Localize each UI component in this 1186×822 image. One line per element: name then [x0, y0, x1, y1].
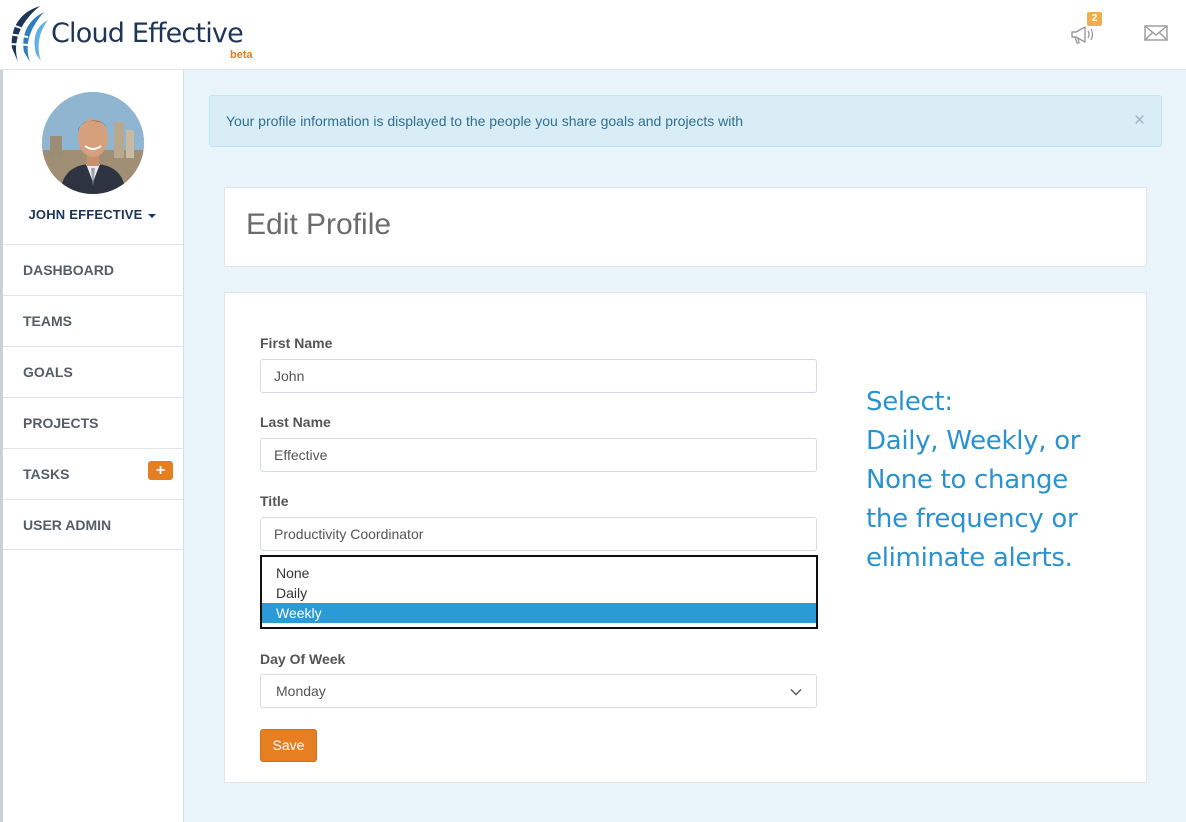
sidebar-item-tasks[interactable]: TASKS + — [3, 448, 183, 499]
sidebar-item-label: TASKS — [23, 466, 70, 482]
sidebar-item-goals[interactable]: GOALS — [3, 346, 183, 397]
annotation-line: the frequency or — [866, 504, 1078, 534]
save-button[interactable]: Save — [260, 729, 317, 762]
sidebar-item-label: TEAMS — [23, 313, 72, 329]
sidebar-item-label: PROJECTS — [23, 415, 99, 431]
alert-frequency-listbox[interactable]: None Daily Weekly — [260, 555, 818, 629]
day-of-week-select[interactable]: Monday — [260, 674, 817, 708]
sidebar-item-label: USER ADMIN — [23, 517, 112, 533]
last-name-input[interactable] — [260, 438, 817, 472]
top-bar: Cloud Effective beta 2 — [0, 0, 1186, 70]
instruction-annotation: Select: Daily, Weekly, or None to change… — [866, 383, 1106, 578]
logo-beta-label: beta — [230, 49, 253, 61]
caret-down-icon — [147, 213, 156, 218]
sidebar-item-label: GOALS — [23, 364, 73, 380]
edit-profile-form: First Name Last Name Title None Daily We… — [224, 292, 1147, 783]
logo-text: Cloud Effective — [51, 18, 244, 49]
sidebar: JOHN EFFECTIVE DASHBOARD TEAMS GOALS PRO… — [0, 70, 184, 822]
notification-count-badge: 2 — [1087, 12, 1102, 26]
avatar[interactable] — [42, 92, 144, 194]
page-title: Edit Profile — [246, 208, 392, 241]
frequency-option-weekly[interactable]: Weekly — [262, 603, 816, 623]
user-menu-toggle[interactable]: JOHN EFFECTIVE — [0, 207, 184, 222]
day-of-week-value: Monday — [276, 683, 326, 699]
sidebar-item-user-admin[interactable]: USER ADMIN — [3, 499, 183, 550]
user-name: JOHN EFFECTIVE — [28, 207, 143, 222]
info-alert: Your profile information is displayed to… — [209, 95, 1162, 147]
sidebar-nav: DASHBOARD TEAMS GOALS PROJECTS TASKS + U… — [3, 244, 183, 550]
sidebar-item-projects[interactable]: PROJECTS — [3, 397, 183, 448]
add-task-plus-icon[interactable]: + — [148, 461, 173, 480]
chevron-down-icon — [790, 689, 802, 696]
title-label: Title — [260, 493, 289, 509]
logo-swoosh-icon — [7, 6, 48, 62]
app-logo[interactable]: Cloud Effective beta — [6, 4, 266, 66]
sidebar-edge — [0, 70, 3, 822]
sidebar-item-teams[interactable]: TEAMS — [3, 295, 183, 346]
annotation-line: None to change — [866, 465, 1068, 495]
annotation-line: Select: — [866, 387, 953, 417]
page-title-panel: Edit Profile — [224, 187, 1147, 267]
annotation-line: eliminate alerts. — [866, 543, 1073, 573]
annotation-line: Daily, Weekly, or — [866, 426, 1081, 456]
sidebar-item-dashboard[interactable]: DASHBOARD — [3, 244, 183, 295]
title-input[interactable] — [260, 517, 817, 551]
alert-message: Your profile information is displayed to… — [226, 113, 744, 129]
frequency-option-none[interactable]: None — [262, 563, 816, 583]
day-of-week-label: Day Of Week — [260, 651, 346, 667]
close-icon[interactable]: × — [1134, 111, 1145, 131]
frequency-option-daily[interactable]: Daily — [262, 583, 816, 603]
sidebar-item-label: DASHBOARD — [23, 262, 114, 278]
last-name-label: Last Name — [260, 414, 331, 430]
first-name-label: First Name — [260, 335, 333, 351]
first-name-input[interactable] — [260, 359, 817, 393]
mail-icon[interactable] — [1142, 22, 1172, 46]
